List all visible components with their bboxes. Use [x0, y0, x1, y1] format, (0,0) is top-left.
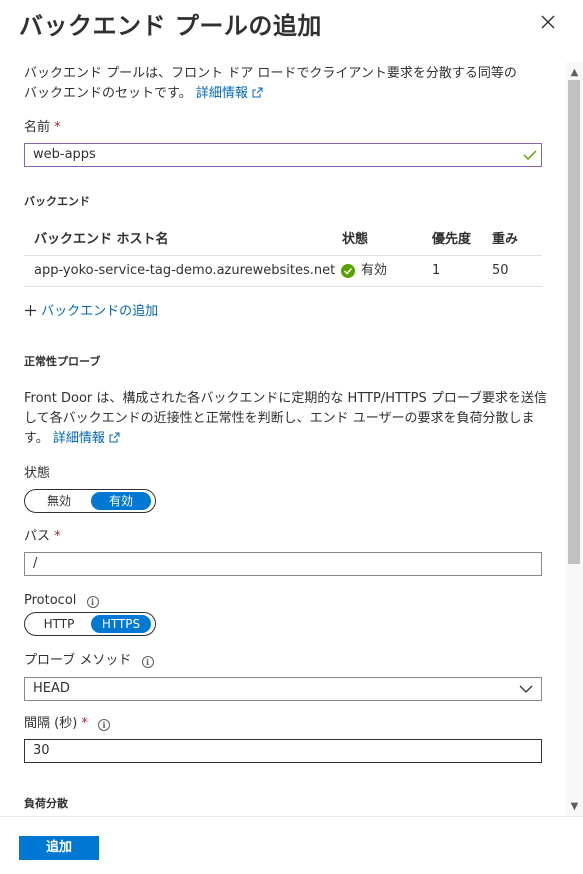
plus-icon	[24, 304, 37, 324]
name-label-text: 名前	[24, 120, 51, 135]
backend-host-cell: app-yoko-service-tag-demo.azurewebsites.…	[34, 263, 336, 278]
table-row-divider	[24, 286, 542, 287]
probe-method-select[interactable]: HEAD	[24, 677, 542, 701]
health-probe-section-title: 正常性プローブ	[24, 355, 101, 368]
scroll-down-icon[interactable]: ▼	[566, 798, 583, 815]
scroll-up-icon[interactable]: ▲	[566, 64, 583, 81]
info-icon[interactable]: i	[86, 596, 99, 608]
path-label-text: パス	[24, 529, 51, 544]
chevron-down-icon	[519, 683, 533, 695]
backend-weight-cell: 50	[492, 263, 509, 278]
close-icon[interactable]	[538, 12, 558, 32]
probe-method-value: HEAD	[33, 681, 70, 696]
probe-learn-more-link[interactable]: 詳細情報	[53, 431, 105, 446]
add-backend-button[interactable]: バックエンドの追加	[24, 302, 158, 324]
interval-input[interactable]: 30	[24, 739, 542, 763]
path-input[interactable]: /	[24, 552, 542, 576]
path-label: パス *	[24, 527, 61, 547]
valid-check-icon	[523, 148, 537, 162]
backend-status-cell: 有効	[361, 263, 388, 278]
probe-method-label-text: プローブ メソッド	[24, 653, 132, 668]
interval-label-text: 間隔 (秒)	[24, 716, 78, 731]
intro-text: バックエンドのセットです。	[24, 86, 192, 101]
col-header-weight: 重み	[492, 232, 519, 247]
intro-text-line1: バックエンド プールは、フロント ドア ロードでクライアント要求を分散する同等の	[24, 66, 517, 81]
state-toggle[interactable]: 無効 有効	[24, 489, 156, 513]
probe-desc-line1: Front Door は、構成された各バックエンドに定期的な HTTP/HTTP…	[24, 391, 548, 406]
protocol-toggle[interactable]: HTTP HTTPS	[24, 612, 156, 636]
required-mark: *	[54, 120, 61, 135]
load-balancing-section-title: 負荷分散	[24, 797, 68, 810]
path-input-value: /	[33, 556, 38, 571]
probe-desc-line2: して各バックエンドの近接性と正常性を判断し、エンド ユーザーの要求を負荷分散しま	[24, 411, 535, 426]
success-check-icon	[341, 264, 355, 278]
name-label: 名前 *	[24, 118, 61, 138]
info-icon[interactable]: i	[98, 719, 111, 731]
required-mark: *	[54, 529, 61, 544]
backend-priority-cell: 1	[432, 263, 441, 278]
learn-more-link[interactable]: 詳細情報	[196, 86, 248, 101]
state-option-disabled[interactable]: 無効	[29, 492, 89, 510]
required-mark: *	[81, 716, 88, 731]
intro-text-line2: バックエンドのセットです。 詳細情報	[24, 84, 263, 105]
info-icon[interactable]: i	[141, 656, 154, 668]
col-header-status: 状態	[342, 232, 369, 247]
external-link-icon	[109, 430, 120, 450]
name-input-value: web-apps	[33, 147, 96, 162]
add-backend-label: バックエンドの追加	[41, 304, 159, 319]
name-input[interactable]: web-apps	[24, 143, 542, 167]
probe-method-label: プローブ メソッド i	[24, 651, 154, 671]
protocol-option-http[interactable]: HTTP	[29, 615, 89, 633]
col-header-host: バックエンド ホスト名	[34, 232, 169, 247]
panel-title: バックエンド プールの追加	[19, 12, 322, 40]
scrollbar-thumb[interactable]	[568, 80, 580, 564]
backends-section-title: バックエンド	[24, 195, 90, 208]
col-header-priority: 優先度	[432, 232, 472, 247]
interval-input-value: 30	[33, 743, 50, 758]
state-option-enabled[interactable]: 有効	[91, 492, 151, 510]
probe-desc-text: す。	[24, 431, 49, 446]
state-label: 状態	[24, 466, 51, 481]
interval-label: 間隔 (秒) * i	[24, 714, 111, 734]
protocol-label: Protocol i	[24, 591, 99, 611]
external-link-icon	[252, 85, 263, 105]
protocol-label-text: Protocol	[24, 593, 77, 608]
probe-desc-line3: す。 詳細情報	[24, 429, 120, 450]
add-button[interactable]: 追加	[19, 836, 99, 860]
protocol-option-https[interactable]: HTTPS	[91, 615, 151, 633]
